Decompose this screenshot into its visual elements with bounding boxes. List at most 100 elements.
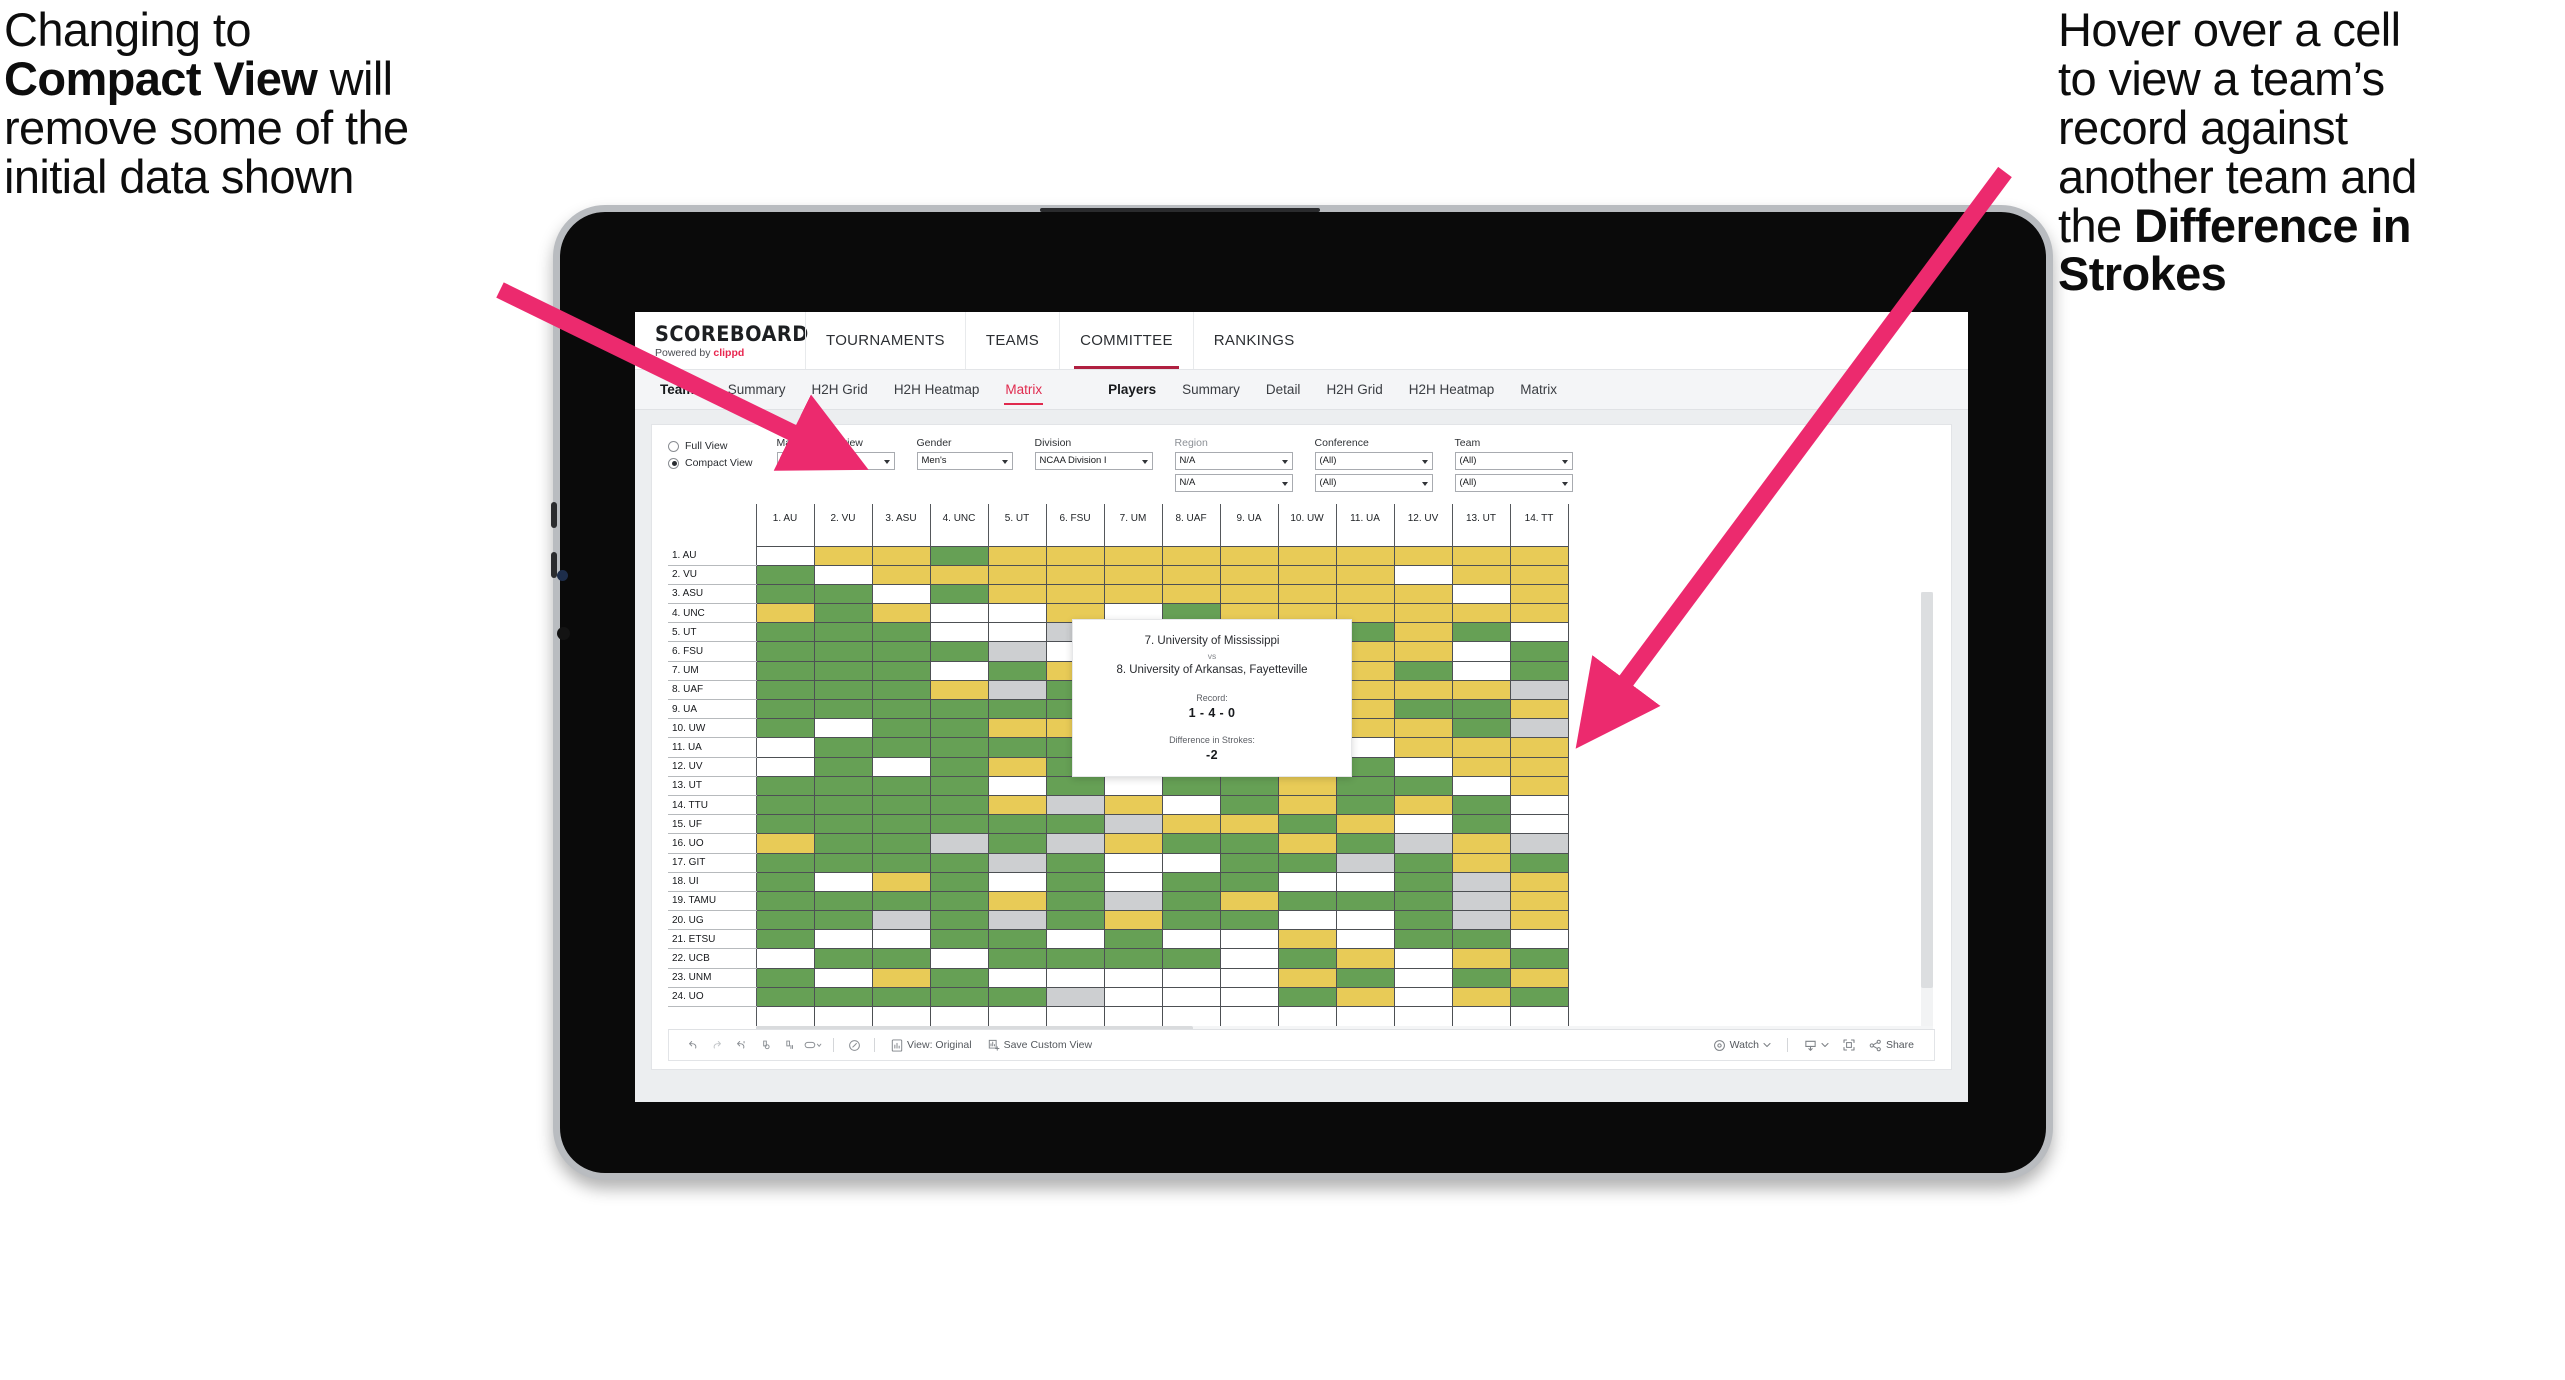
matrix-cell[interactable] (987, 929, 1047, 950)
matrix-cell[interactable] (1393, 967, 1453, 988)
matrix-cell[interactable] (1161, 967, 1221, 988)
matrix-cell[interactable] (1451, 794, 1511, 816)
matrix-cell[interactable] (1509, 737, 1569, 758)
matrix-cell[interactable] (1393, 698, 1453, 720)
matrix-cell[interactable] (1451, 910, 1511, 931)
matrix-cell[interactable] (929, 948, 989, 969)
matrix-cell[interactable] (1451, 890, 1511, 912)
matrix-cell[interactable] (813, 679, 873, 701)
matrix-cell[interactable] (871, 545, 931, 566)
matrix-cell[interactable] (1335, 833, 1395, 854)
matrix-cell[interactable] (871, 910, 931, 931)
radio-full-view[interactable]: Full View (668, 440, 753, 452)
matrix-cell[interactable] (1393, 852, 1453, 873)
matrix-cell[interactable] (755, 871, 815, 892)
matrix-cell[interactable] (1393, 833, 1453, 854)
matrix-cell[interactable] (1451, 756, 1511, 777)
subnav-teams-h2h-heatmap[interactable]: H2H Heatmap (881, 370, 993, 409)
matrix-cell[interactable] (929, 929, 989, 950)
matrix-cell[interactable] (755, 794, 815, 816)
matrix-cell[interactable] (1451, 545, 1511, 566)
matrix-cell[interactable] (813, 929, 873, 950)
matrix-cell[interactable] (755, 718, 815, 739)
matrix-cell[interactable] (929, 660, 989, 681)
matrix-cell[interactable] (1509, 603, 1569, 624)
matrix-cell[interactable] (1161, 564, 1221, 585)
matrix-cell[interactable] (1045, 890, 1105, 912)
matrix-cell[interactable] (1509, 622, 1569, 643)
matrix-cell[interactable] (1335, 545, 1395, 566)
matrix-cell[interactable] (1103, 833, 1163, 854)
matrix-cell[interactable] (755, 833, 815, 854)
matrix-cell[interactable] (1161, 814, 1221, 835)
matrix-cell[interactable] (755, 622, 815, 643)
matrix-cell[interactable] (755, 910, 815, 931)
matrix-cell[interactable] (1277, 564, 1337, 585)
matrix-cell[interactable] (987, 603, 1047, 624)
matrix-cell[interactable] (1277, 871, 1337, 892)
matrix-cell[interactable] (929, 583, 989, 605)
matrix-cell[interactable] (1451, 948, 1511, 969)
matrix-cell[interactable] (1393, 929, 1453, 950)
topnav-item-tournaments[interactable]: TOURNAMENTS (805, 312, 965, 369)
matrix-cell[interactable] (813, 814, 873, 835)
matrix-cell[interactable] (755, 660, 815, 681)
matrix-cell[interactable] (1103, 583, 1163, 605)
select-conference-2[interactable]: (All) (1314, 474, 1433, 492)
matrix-cell[interactable] (987, 852, 1047, 873)
matrix-cell[interactable] (1335, 948, 1395, 969)
matrix-cell[interactable] (1393, 737, 1453, 758)
matrix-cell[interactable] (1393, 871, 1453, 892)
matrix-cell[interactable] (813, 698, 873, 720)
matrix-cell[interactable] (1161, 890, 1221, 912)
matrix-cell[interactable] (1335, 967, 1395, 988)
matrix-cell[interactable] (1045, 852, 1105, 873)
matrix-cell[interactable] (1335, 852, 1395, 873)
matrix-cell[interactable] (813, 545, 873, 566)
matrix-cell[interactable] (755, 756, 815, 777)
matrix-cell[interactable] (1277, 929, 1337, 950)
matrix-cell[interactable] (1045, 794, 1105, 816)
alerts-icon[interactable] (842, 1034, 866, 1056)
matrix-cell[interactable] (929, 698, 989, 720)
matrix-cell[interactable] (987, 641, 1047, 662)
matrix-cell[interactable] (929, 910, 989, 931)
matrix-vertical-scrollbar[interactable] (1921, 592, 1933, 1052)
matrix-cell[interactable] (871, 986, 931, 1008)
matrix-cell[interactable] (1335, 986, 1395, 1008)
matrix-cell[interactable] (1393, 679, 1453, 701)
share-button[interactable]: Share (1861, 1039, 1922, 1052)
matrix-cell[interactable] (1451, 833, 1511, 854)
matrix-cell[interactable] (813, 564, 873, 585)
matrix-cell[interactable] (1509, 545, 1569, 566)
matrix-cell[interactable] (1451, 775, 1511, 796)
subnav-players-summary[interactable]: Summary (1169, 370, 1253, 409)
matrix-cell[interactable] (1277, 775, 1337, 796)
matrix-cell[interactable] (1509, 564, 1569, 585)
matrix-cell[interactable] (1509, 852, 1569, 873)
matrix-cell[interactable] (929, 603, 989, 624)
redo-icon[interactable] (705, 1034, 729, 1056)
matrix-cell[interactable] (929, 641, 989, 662)
matrix-cell[interactable] (1509, 698, 1569, 720)
matrix-cell[interactable] (1335, 890, 1395, 912)
matrix-cell[interactable] (1393, 718, 1453, 739)
matrix-cell[interactable] (871, 583, 931, 605)
matrix-cell[interactable] (987, 871, 1047, 892)
matrix-cell[interactable] (871, 698, 931, 720)
matrix-cell[interactable] (813, 986, 873, 1008)
matrix-cell[interactable] (1277, 910, 1337, 931)
select-max-teams[interactable]: Top 50 (776, 452, 895, 470)
matrix-cell[interactable] (1509, 833, 1569, 854)
matrix-cell[interactable] (1161, 929, 1221, 950)
subnav-teams-matrix[interactable]: Matrix (992, 370, 1055, 409)
matrix-cell[interactable] (871, 603, 931, 624)
matrix-cell[interactable] (929, 679, 989, 701)
matrix-cell[interactable] (1393, 545, 1453, 566)
matrix-cell[interactable] (1219, 583, 1279, 605)
select-gender[interactable]: Men's (916, 452, 1013, 470)
matrix-cell[interactable] (755, 679, 815, 701)
matrix-cell[interactable] (813, 737, 873, 758)
matrix-cell[interactable] (871, 756, 931, 777)
matrix-cell[interactable] (1277, 545, 1337, 566)
